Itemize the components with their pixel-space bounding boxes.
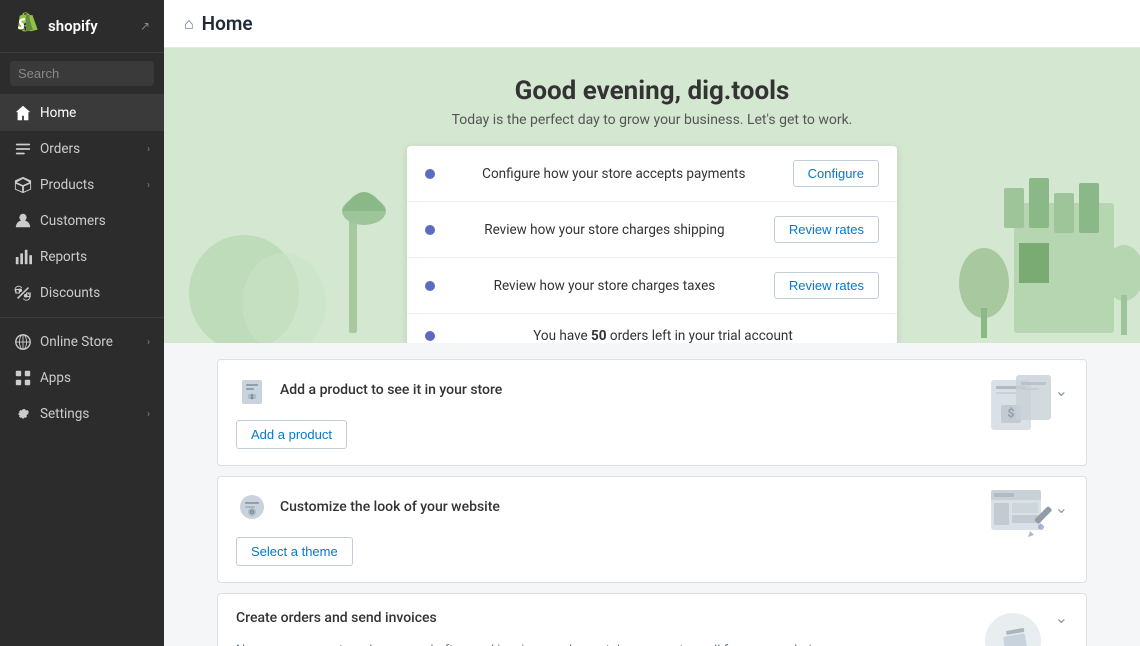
sidebar-item-label-products: Products	[40, 177, 139, 193]
sidebar-item-settings[interactable]: Settings ›	[0, 396, 164, 432]
task-title-customize-theme: Customize the look of your website	[280, 499, 1043, 515]
orders-nav-icon	[14, 140, 32, 158]
checklist-text-trial: You have 50 orders left in your trial ac…	[447, 328, 879, 343]
reports-nav-icon	[14, 248, 32, 266]
checklist-dot-shipping	[425, 225, 435, 235]
shopify-logo[interactable]: shopify	[14, 12, 98, 40]
customers-nav-icon	[14, 212, 32, 230]
checklist-item-shipping: Review how your store charges shipping R…	[407, 202, 897, 258]
theme-icon: ⚙	[236, 491, 268, 523]
discounts-nav-icon	[14, 284, 32, 302]
configure-button[interactable]: Configure	[793, 160, 879, 187]
task-card-customize-theme: ⚙ Customize the look of your website ⌄ S…	[217, 476, 1087, 583]
svg-text:$: $	[1008, 406, 1015, 420]
add-product-thumbnail: $	[986, 370, 1056, 439]
sidebar-item-label-discounts: Discounts	[40, 285, 150, 301]
page-title: Home	[202, 12, 253, 35]
checklist-dot-taxes	[425, 281, 435, 291]
sidebar-item-label-home: Home	[40, 105, 150, 121]
sidebar-item-label-apps: Apps	[40, 370, 150, 386]
sidebar-header: shopify ↗	[0, 0, 164, 53]
sidebar: shopify ↗ Home Orders › Products	[0, 0, 164, 646]
sidebar-item-online-store[interactable]: Online Store ›	[0, 324, 164, 360]
sidebar-item-label-customers: Customers	[40, 213, 150, 229]
task-card-header-add-product: $ Add a product to see it in your store …	[218, 360, 1086, 420]
settings-nav-icon	[14, 405, 32, 423]
apps-nav-icon	[14, 369, 32, 387]
svg-text:⚙: ⚙	[249, 509, 254, 516]
checklist-item-trial: You have 50 orders left in your trial ac…	[407, 314, 897, 343]
sidebar-item-home[interactable]: Home	[0, 95, 164, 131]
checklist-card: Configure how your store accepts payment…	[407, 146, 897, 343]
checklist-item-taxes: Review how your store charges taxes Revi…	[407, 258, 897, 314]
hero-greeting: Good evening, dig.tools	[515, 76, 790, 106]
sidebar-search-container	[0, 53, 164, 95]
sidebar-item-products[interactable]: Products ›	[0, 167, 164, 203]
checklist-text-shipping: Review how your store charges shipping	[447, 222, 762, 238]
chevron-add-product-icon: ⌄	[1055, 381, 1068, 400]
external-link-icon[interactable]: ↗	[140, 19, 150, 33]
sidebar-item-discounts[interactable]: Discounts	[0, 275, 164, 311]
customize-theme-thumbnail	[986, 485, 1056, 549]
chevron-customize-theme-icon: ⌄	[1055, 498, 1068, 517]
select-theme-button[interactable]: Select a theme	[236, 537, 353, 566]
chevron-products-icon: ›	[147, 180, 150, 191]
logo-text: shopify	[48, 17, 98, 35]
create-orders-thumbnail	[981, 609, 1046, 646]
sidebar-item-label-reports: Reports	[40, 249, 150, 265]
checklist-text-payments: Configure how your store accepts payment…	[447, 166, 781, 182]
chevron-online-store-icon: ›	[147, 337, 150, 348]
product-icon: $	[236, 374, 268, 406]
task-card-add-product: $ Add a product to see it in your store …	[217, 359, 1087, 466]
task-title-create-orders: Create orders and send invoices	[236, 610, 1043, 626]
review-rates-shipping-button[interactable]: Review rates	[774, 216, 879, 243]
chevron-create-orders-icon: ⌄	[1055, 608, 1068, 627]
task-card-create-orders: Create orders and send invoices ⌄ Now yo…	[217, 593, 1087, 646]
sidebar-item-orders[interactable]: Orders ›	[0, 131, 164, 167]
sidebar-item-apps[interactable]: Apps	[0, 360, 164, 396]
page-header: ⌂ Home	[164, 0, 1140, 48]
tasks-section: $ Add a product to see it in your store …	[197, 343, 1107, 646]
add-product-button[interactable]: Add a product	[236, 420, 347, 449]
home-icon	[14, 104, 32, 122]
task-card-header-create-orders: Create orders and send invoices ⌄	[218, 594, 1086, 641]
hero-subtitle: Today is the perfect day to grow your bu…	[452, 112, 853, 128]
task-desc-create-orders: Now you can create orders, save drafts, …	[236, 641, 1068, 646]
search-input[interactable]	[10, 61, 154, 86]
svg-text:$: $	[250, 394, 254, 401]
task-body-add-product: Add a product	[218, 420, 1086, 465]
task-body-create-orders: Now you can create orders, save drafts, …	[218, 641, 1086, 646]
task-title-add-product: Add a product to see it in your store	[280, 382, 1043, 398]
sidebar-item-label-online-store: Online Store	[40, 334, 139, 350]
sidebar-divider	[0, 317, 164, 318]
checklist-text-taxes: Review how your store charges taxes	[447, 278, 762, 294]
products-nav-icon	[14, 176, 32, 194]
sidebar-item-label-settings: Settings	[40, 406, 139, 422]
main-content: ⌂ Home	[164, 0, 1140, 646]
sidebar-nav: Home Orders › Products › Customers	[0, 95, 164, 646]
header-home-icon: ⌂	[184, 14, 194, 34]
review-rates-taxes-button[interactable]: Review rates	[774, 272, 879, 299]
checklist-item-payments: Configure how your store accepts payment…	[407, 146, 897, 202]
chevron-settings-icon: ›	[147, 409, 150, 420]
checklist-dot-trial	[425, 331, 435, 341]
sidebar-item-reports[interactable]: Reports	[0, 239, 164, 275]
chevron-orders-icon: ›	[147, 144, 150, 155]
task-body-customize-theme: Select a theme	[218, 537, 1086, 582]
task-card-header-customize-theme: ⚙ Customize the look of your website ⌄	[218, 477, 1086, 537]
checklist-dot-payments	[425, 169, 435, 179]
hero-section: Good evening, dig.tools Today is the per…	[164, 48, 1140, 343]
sidebar-item-label-orders: Orders	[40, 141, 139, 157]
online-store-nav-icon	[14, 333, 32, 351]
sidebar-item-customers[interactable]: Customers	[0, 203, 164, 239]
